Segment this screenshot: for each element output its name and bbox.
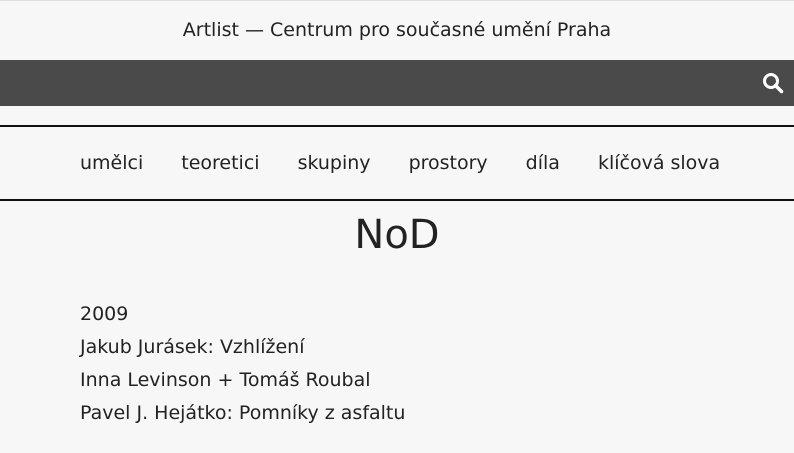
nav-item-teoretici[interactable]: teoretici: [181, 152, 259, 174]
nav-item-prostory[interactable]: prostory: [409, 152, 488, 174]
main-navigation: umělci teoretici skupiny prostory díla k…: [0, 125, 794, 201]
nav-item-skupiny[interactable]: skupiny: [298, 152, 371, 174]
list-item[interactable]: Pavel J. Hejátko: Pomníky z asfaltu: [80, 397, 405, 430]
page-title: NoD: [354, 212, 440, 258]
nav-item-klicova-slova[interactable]: klíčová slova: [598, 152, 720, 174]
search-bar: [0, 60, 794, 106]
list-item[interactable]: Jakub Jurásek: Vzhlížení: [80, 331, 405, 364]
site-title[interactable]: Artlist — Centrum pro současné umění Pra…: [0, 0, 794, 60]
year-label: 2009: [80, 303, 129, 325]
entry-list: 2009 Jakub Jurásek: Vzhlížení Inna Levin…: [80, 298, 405, 430]
list-item[interactable]: Inna Levinson + Tomáš Roubal: [80, 364, 405, 397]
nav-list: umělci teoretici skupiny prostory díla k…: [80, 127, 720, 199]
nav-item-dila[interactable]: díla: [526, 152, 560, 174]
nav-item-umelci[interactable]: umělci: [80, 152, 143, 174]
search-icon[interactable]: [762, 72, 784, 94]
